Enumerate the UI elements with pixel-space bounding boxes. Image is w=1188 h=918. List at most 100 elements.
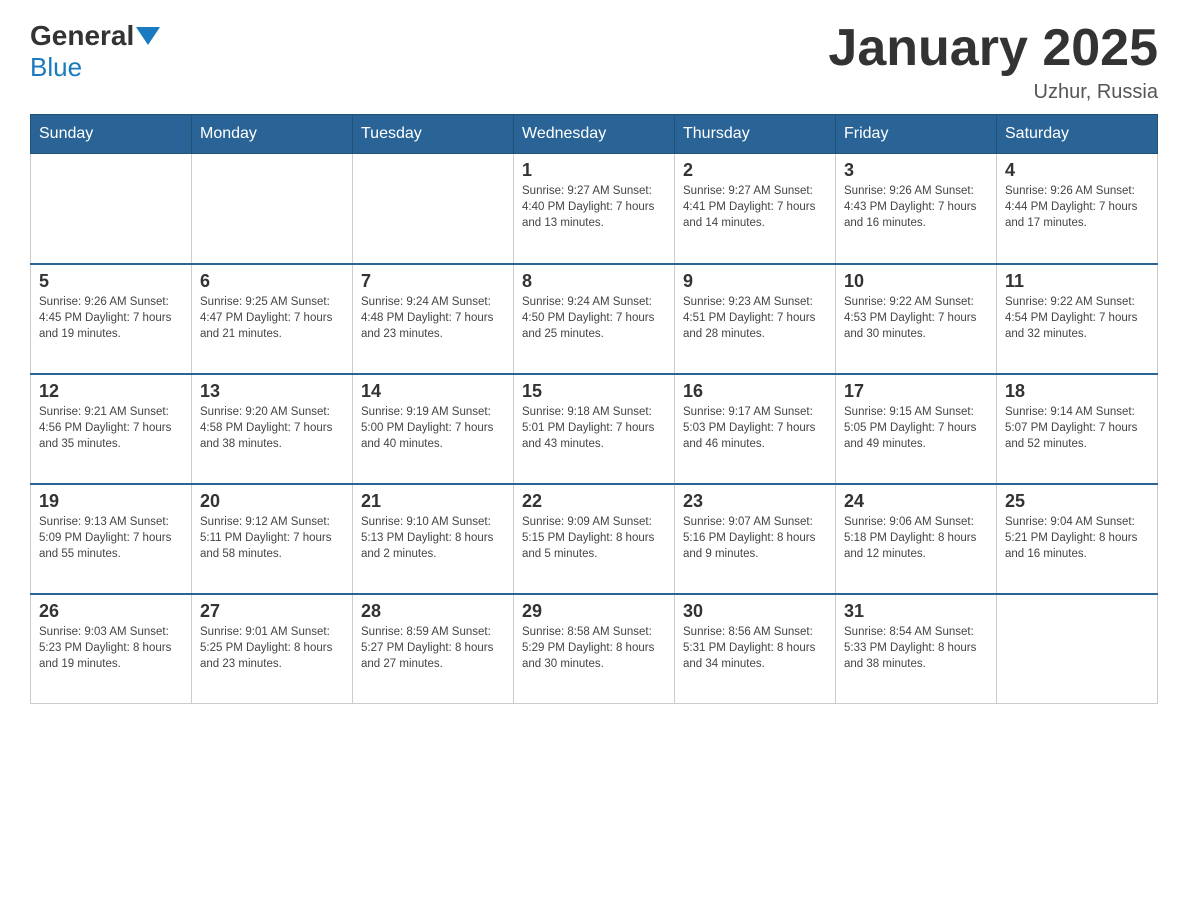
day-info: Sunrise: 9:04 AM Sunset: 5:21 PM Dayligh… [1005,514,1149,562]
day-info: Sunrise: 9:22 AM Sunset: 4:53 PM Dayligh… [844,294,988,342]
day-number: 29 [522,601,666,622]
day-info: Sunrise: 9:24 AM Sunset: 4:50 PM Dayligh… [522,294,666,342]
day-number: 25 [1005,491,1149,512]
calendar-cell: 16Sunrise: 9:17 AM Sunset: 5:03 PM Dayli… [675,374,836,484]
header-cell-saturday: Saturday [997,115,1158,154]
calendar-cell: 8Sunrise: 9:24 AM Sunset: 4:50 PM Daylig… [514,264,675,374]
day-number: 28 [361,601,505,622]
day-number: 7 [361,271,505,292]
calendar-cell: 25Sunrise: 9:04 AM Sunset: 5:21 PM Dayli… [997,484,1158,594]
calendar-body: 1Sunrise: 9:27 AM Sunset: 4:40 PM Daylig… [31,154,1158,704]
calendar-cell: 29Sunrise: 8:58 AM Sunset: 5:29 PM Dayli… [514,594,675,704]
calendar-week-5: 26Sunrise: 9:03 AM Sunset: 5:23 PM Dayli… [31,594,1158,704]
logo-blue-text: Blue [30,52,82,83]
day-number: 30 [683,601,827,622]
calendar-week-4: 19Sunrise: 9:13 AM Sunset: 5:09 PM Dayli… [31,484,1158,594]
calendar-cell: 6Sunrise: 9:25 AM Sunset: 4:47 PM Daylig… [192,264,353,374]
day-info: Sunrise: 9:15 AM Sunset: 5:05 PM Dayligh… [844,404,988,452]
calendar-cell [192,154,353,264]
calendar-cell: 10Sunrise: 9:22 AM Sunset: 4:53 PM Dayli… [836,264,997,374]
day-number: 19 [39,491,183,512]
day-info: Sunrise: 9:19 AM Sunset: 5:00 PM Dayligh… [361,404,505,452]
day-info: Sunrise: 8:56 AM Sunset: 5:31 PM Dayligh… [683,624,827,672]
calendar-cell: 4Sunrise: 9:26 AM Sunset: 4:44 PM Daylig… [997,154,1158,264]
day-info: Sunrise: 9:26 AM Sunset: 4:44 PM Dayligh… [1005,183,1149,231]
day-number: 23 [683,491,827,512]
calendar-week-3: 12Sunrise: 9:21 AM Sunset: 4:56 PM Dayli… [31,374,1158,484]
day-info: Sunrise: 8:58 AM Sunset: 5:29 PM Dayligh… [522,624,666,672]
calendar-cell: 31Sunrise: 8:54 AM Sunset: 5:33 PM Dayli… [836,594,997,704]
day-info: Sunrise: 9:23 AM Sunset: 4:51 PM Dayligh… [683,294,827,342]
day-info: Sunrise: 9:18 AM Sunset: 5:01 PM Dayligh… [522,404,666,452]
calendar-subtitle: Uzhur, Russia [828,81,1158,104]
day-number: 17 [844,381,988,402]
day-number: 2 [683,160,827,181]
logo-triangle-icon [136,27,160,45]
calendar-cell: 12Sunrise: 9:21 AM Sunset: 4:56 PM Dayli… [31,374,192,484]
logo: General Blue [30,20,162,83]
day-number: 5 [39,271,183,292]
calendar-header: SundayMondayTuesdayWednesdayThursdayFrid… [31,115,1158,154]
calendar-cell: 2Sunrise: 9:27 AM Sunset: 4:41 PM Daylig… [675,154,836,264]
day-number: 9 [683,271,827,292]
day-info: Sunrise: 9:13 AM Sunset: 5:09 PM Dayligh… [39,514,183,562]
day-number: 4 [1005,160,1149,181]
day-info: Sunrise: 9:25 AM Sunset: 4:47 PM Dayligh… [200,294,344,342]
calendar-cell: 1Sunrise: 9:27 AM Sunset: 4:40 PM Daylig… [514,154,675,264]
calendar-cell [997,594,1158,704]
calendar-cell: 13Sunrise: 9:20 AM Sunset: 4:58 PM Dayli… [192,374,353,484]
calendar-cell [31,154,192,264]
day-number: 27 [200,601,344,622]
header-cell-wednesday: Wednesday [514,115,675,154]
calendar-cell [353,154,514,264]
day-number: 18 [1005,381,1149,402]
day-info: Sunrise: 9:01 AM Sunset: 5:25 PM Dayligh… [200,624,344,672]
calendar-cell: 18Sunrise: 9:14 AM Sunset: 5:07 PM Dayli… [997,374,1158,484]
day-number: 12 [39,381,183,402]
day-number: 22 [522,491,666,512]
day-number: 20 [200,491,344,512]
calendar-cell: 28Sunrise: 8:59 AM Sunset: 5:27 PM Dayli… [353,594,514,704]
calendar-cell: 30Sunrise: 8:56 AM Sunset: 5:31 PM Dayli… [675,594,836,704]
day-info: Sunrise: 9:22 AM Sunset: 4:54 PM Dayligh… [1005,294,1149,342]
day-number: 16 [683,381,827,402]
day-number: 26 [39,601,183,622]
header-cell-tuesday: Tuesday [353,115,514,154]
day-number: 13 [200,381,344,402]
calendar-cell: 21Sunrise: 9:10 AM Sunset: 5:13 PM Dayli… [353,484,514,594]
calendar-cell: 27Sunrise: 9:01 AM Sunset: 5:25 PM Dayli… [192,594,353,704]
calendar-cell: 23Sunrise: 9:07 AM Sunset: 5:16 PM Dayli… [675,484,836,594]
day-number: 11 [1005,271,1149,292]
day-info: Sunrise: 9:27 AM Sunset: 4:41 PM Dayligh… [683,183,827,231]
day-info: Sunrise: 8:54 AM Sunset: 5:33 PM Dayligh… [844,624,988,672]
calendar-title: January 2025 [828,20,1158,77]
day-number: 1 [522,160,666,181]
title-section: January 2025 Uzhur, Russia [828,20,1158,104]
header-cell-sunday: Sunday [31,115,192,154]
day-number: 8 [522,271,666,292]
calendar-week-2: 5Sunrise: 9:26 AM Sunset: 4:45 PM Daylig… [31,264,1158,374]
day-info: Sunrise: 9:24 AM Sunset: 4:48 PM Dayligh… [361,294,505,342]
day-number: 24 [844,491,988,512]
day-info: Sunrise: 9:26 AM Sunset: 4:45 PM Dayligh… [39,294,183,342]
calendar-cell: 9Sunrise: 9:23 AM Sunset: 4:51 PM Daylig… [675,264,836,374]
day-info: Sunrise: 9:21 AM Sunset: 4:56 PM Dayligh… [39,404,183,452]
day-number: 14 [361,381,505,402]
header-cell-friday: Friday [836,115,997,154]
calendar-cell: 17Sunrise: 9:15 AM Sunset: 5:05 PM Dayli… [836,374,997,484]
day-info: Sunrise: 9:12 AM Sunset: 5:11 PM Dayligh… [200,514,344,562]
calendar-cell: 26Sunrise: 9:03 AM Sunset: 5:23 PM Dayli… [31,594,192,704]
calendar-cell: 14Sunrise: 9:19 AM Sunset: 5:00 PM Dayli… [353,374,514,484]
day-info: Sunrise: 9:06 AM Sunset: 5:18 PM Dayligh… [844,514,988,562]
header-cell-thursday: Thursday [675,115,836,154]
day-info: Sunrise: 9:20 AM Sunset: 4:58 PM Dayligh… [200,404,344,452]
day-info: Sunrise: 9:10 AM Sunset: 5:13 PM Dayligh… [361,514,505,562]
day-info: Sunrise: 9:26 AM Sunset: 4:43 PM Dayligh… [844,183,988,231]
day-number: 21 [361,491,505,512]
day-number: 6 [200,271,344,292]
logo-general-text: General [30,20,134,52]
calendar-week-1: 1Sunrise: 9:27 AM Sunset: 4:40 PM Daylig… [31,154,1158,264]
calendar-table: SundayMondayTuesdayWednesdayThursdayFrid… [30,114,1158,704]
day-info: Sunrise: 9:27 AM Sunset: 4:40 PM Dayligh… [522,183,666,231]
day-info: Sunrise: 9:07 AM Sunset: 5:16 PM Dayligh… [683,514,827,562]
